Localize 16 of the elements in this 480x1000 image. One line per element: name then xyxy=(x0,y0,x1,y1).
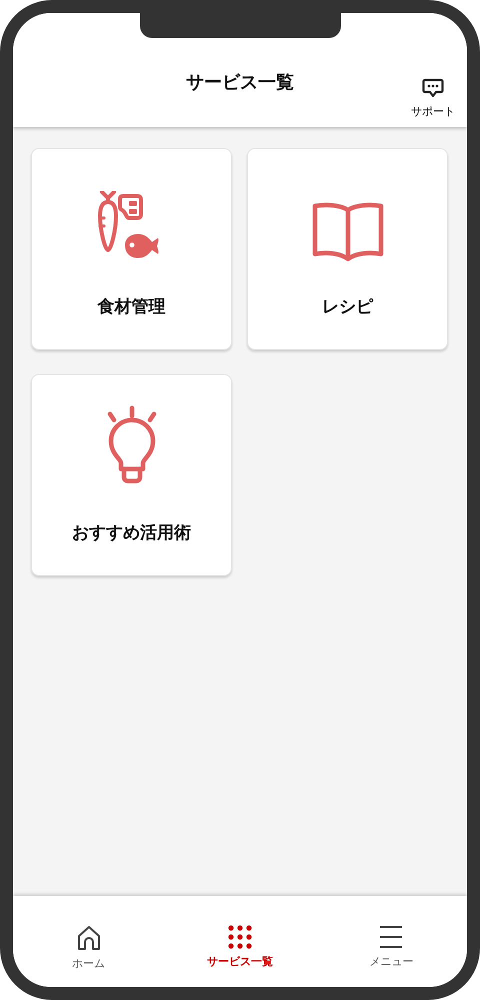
service-card[interactable]: レシピ xyxy=(247,148,448,350)
service-label: 食材管理 xyxy=(98,296,166,318)
page-title: サービス一覧 xyxy=(186,71,294,94)
service-label: レシピ xyxy=(322,296,373,318)
service-label: おすすめ活用術 xyxy=(72,522,191,544)
nav-tab[interactable]: サービス一覧 xyxy=(180,925,300,969)
support-button[interactable]: サポート xyxy=(411,78,455,119)
book-icon xyxy=(312,201,384,263)
nav-tab[interactable]: メニュー xyxy=(331,925,452,969)
home-icon xyxy=(76,925,101,951)
grid-icon xyxy=(228,925,252,949)
menu-icon xyxy=(379,925,404,949)
chat-bubble-icon xyxy=(422,78,444,98)
nav-tab[interactable]: ホーム xyxy=(28,925,149,971)
service-card[interactable]: おすすめ活用術 xyxy=(31,374,232,576)
service-card[interactable]: 食材管理 xyxy=(31,148,232,350)
